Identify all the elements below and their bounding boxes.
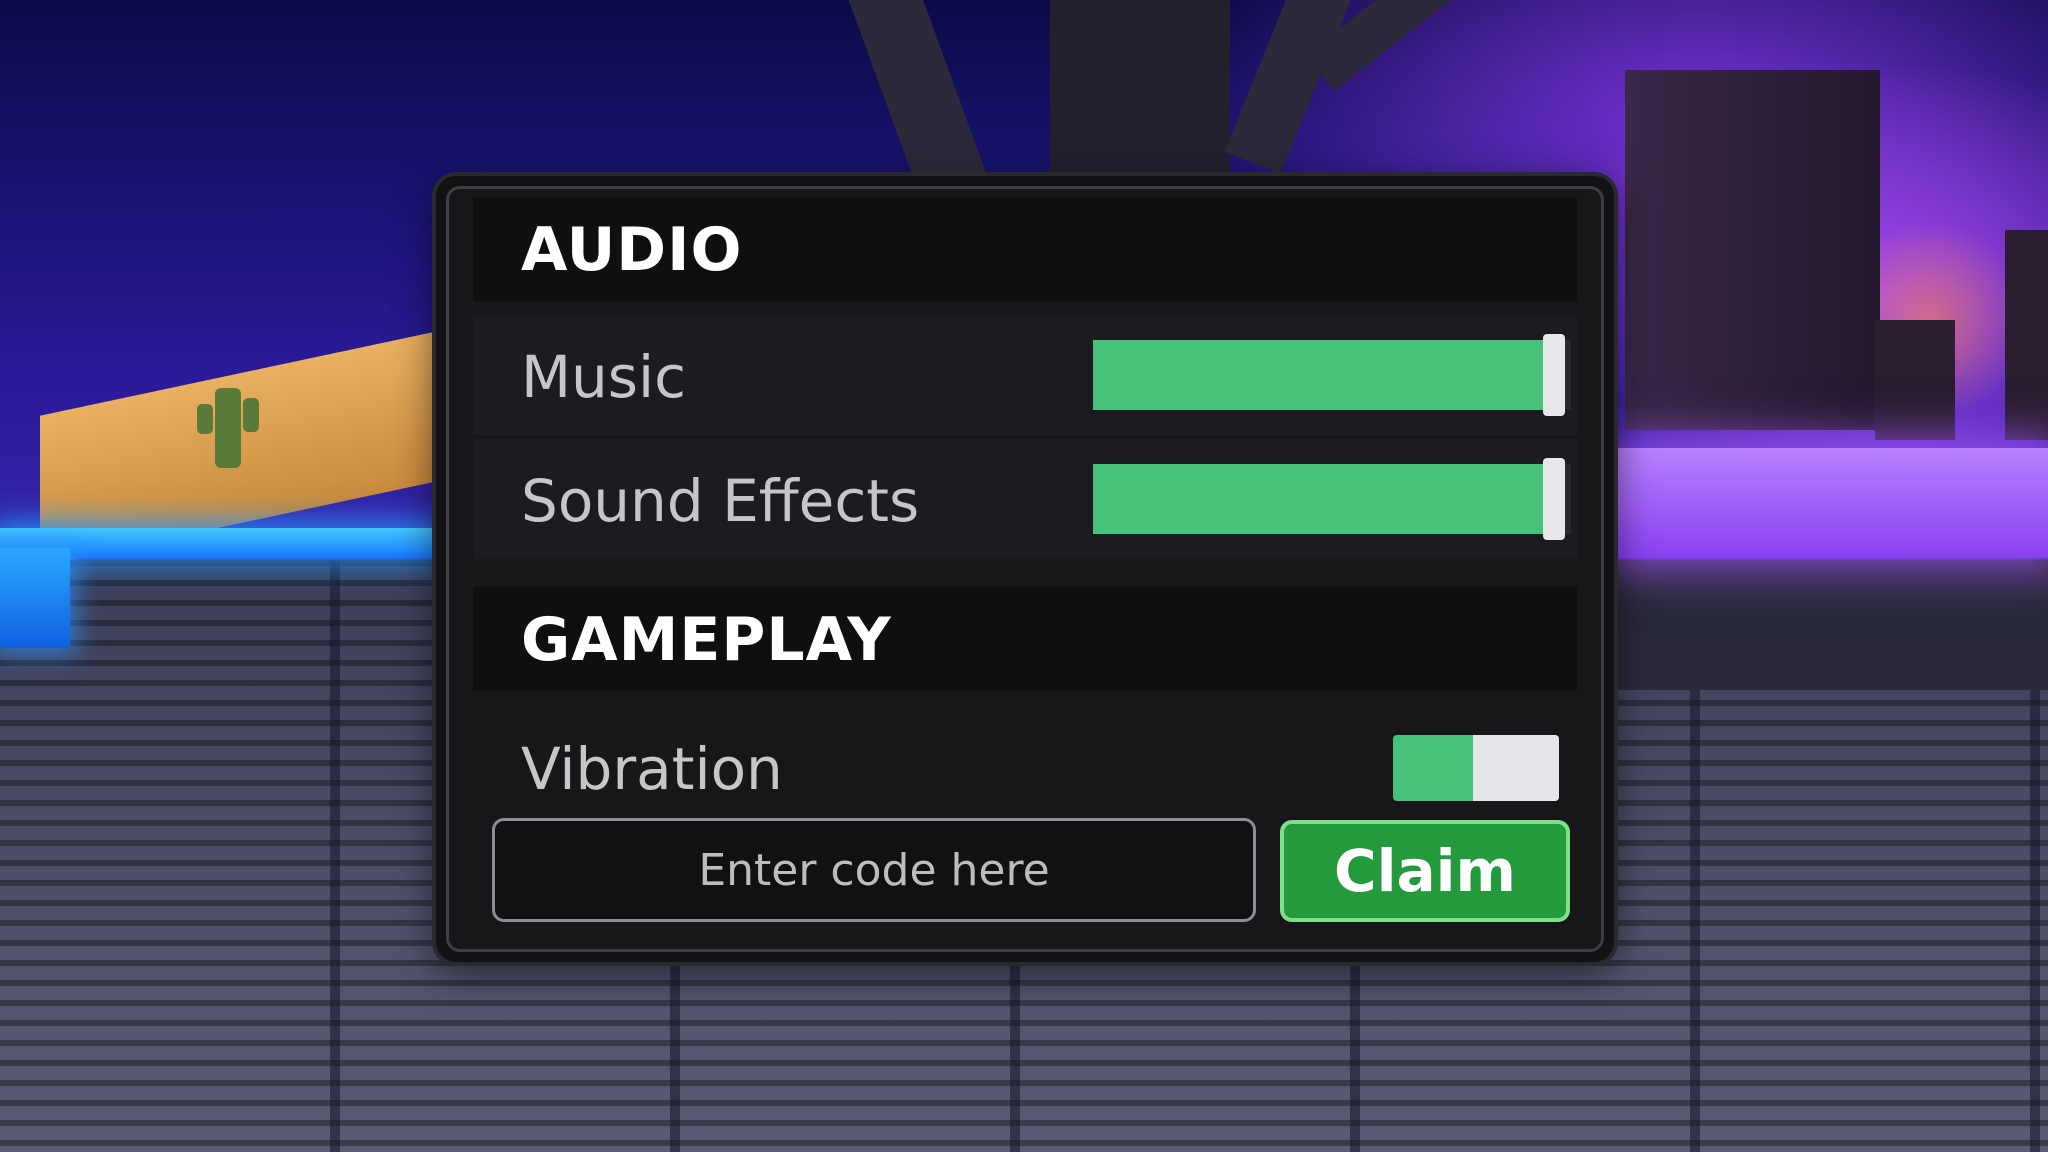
music-slider-handle[interactable]	[1543, 334, 1566, 416]
tower-building	[1875, 320, 1955, 440]
vibration-row: Vibration	[473, 707, 1577, 819]
music-slider[interactable]	[1093, 334, 1571, 416]
music-label: Music	[521, 343, 687, 411]
vibration-label: Vibration	[521, 735, 783, 803]
tower-building	[2005, 230, 2048, 440]
neon-blue-strip	[0, 548, 70, 648]
sound-effects-slider-handle[interactable]	[1543, 458, 1566, 540]
sound-effects-row: Sound Effects	[473, 439, 1577, 559]
gameplay-section-header: GAMEPLAY	[473, 587, 1577, 691]
music-slider-fill	[1093, 340, 1548, 410]
sound-effects-slider-fill	[1093, 464, 1548, 534]
audio-section-title: AUDIO	[521, 215, 743, 285]
platform-wall	[1610, 560, 2048, 690]
music-row: Music	[473, 315, 1577, 435]
sound-effects-slider[interactable]	[1093, 458, 1571, 540]
vibration-toggle-knob	[1473, 735, 1559, 801]
steel-girder	[1050, 0, 1230, 180]
gameplay-section-title: GAMEPLAY	[521, 605, 892, 675]
tower-building	[1625, 70, 1880, 430]
sound-effects-label: Sound Effects	[521, 467, 920, 535]
cactus	[197, 388, 259, 468]
audio-section-header: AUDIO	[473, 197, 1577, 301]
code-input[interactable]	[492, 818, 1256, 922]
neon-purple-strip	[1610, 448, 2048, 558]
vibration-toggle[interactable]	[1393, 735, 1559, 801]
claim-button[interactable]: Claim	[1280, 820, 1570, 922]
